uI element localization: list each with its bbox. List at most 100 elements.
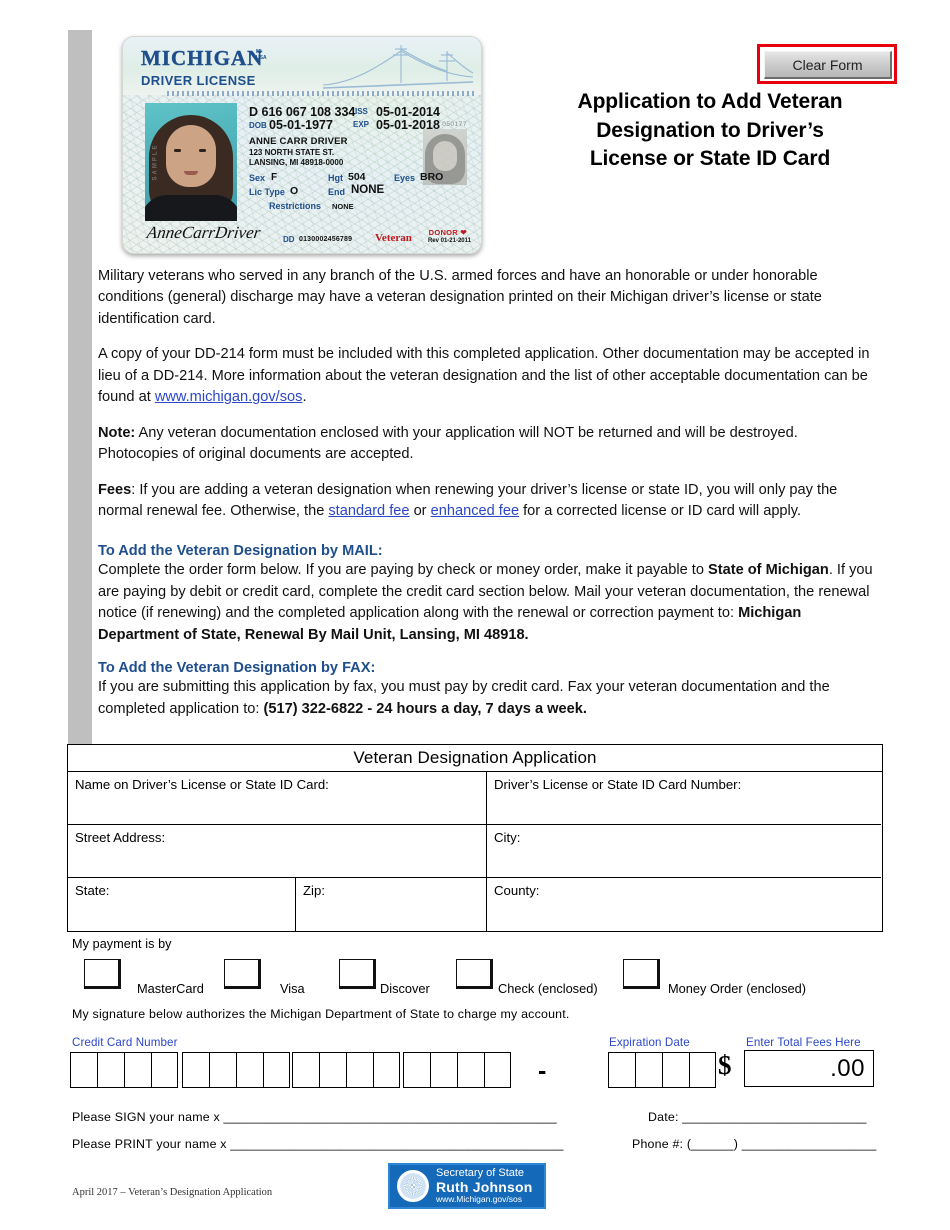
checkbox-discover-label: Discover (380, 981, 430, 996)
card-dob-value: 05-01-1977 (269, 118, 333, 132)
fees-paragraph: Fees: If you are adding a veteran design… (98, 480, 876, 523)
mail-section-heading: To Add the Veteran Designation by MAIL: (98, 543, 383, 560)
checkbox-visa[interactable] (224, 959, 261, 989)
cc-digit-box[interactable] (97, 1052, 124, 1088)
card-sample-watermark: SAMPLE (152, 143, 159, 181)
field-zip-label: Zip: (303, 883, 325, 898)
cc-digit-group-3[interactable] (292, 1052, 400, 1088)
fax-bold-number: (517) 322-6822 - 24 hours a day, 7 days … (263, 700, 587, 717)
phone-rule[interactable]: ___________________ (742, 1137, 877, 1151)
enhanced-fee-link[interactable]: enhanced fee (431, 503, 519, 519)
payment-prompt: My payment is by (72, 937, 172, 951)
table-row: Name on Driver’s License or State ID Car… (68, 772, 882, 825)
field-street-address[interactable]: Street Address: (68, 825, 487, 878)
cc-digit-box[interactable] (373, 1052, 400, 1088)
table-header-title: Veteran Designation Application (68, 745, 882, 772)
sos-name: Ruth Johnson (436, 1178, 533, 1195)
cc-digit-box[interactable] (430, 1052, 457, 1088)
card-lictype-value: O (290, 185, 299, 197)
cc-digit-box[interactable] (182, 1052, 209, 1088)
veteran-designation-application-table: Veteran Designation Application Name on … (67, 744, 883, 932)
sign-name-row: Please SIGN your name x ________________… (72, 1110, 557, 1124)
fees-text-2: for a corrected license or ID card will … (519, 502, 802, 519)
cc-digit-group-2[interactable] (182, 1052, 290, 1088)
cc-digit-box[interactable] (209, 1052, 236, 1088)
card-revision: Rev 01-21-2011 (427, 238, 471, 244)
card-sex-value: F (271, 172, 278, 183)
field-city-label: City: (494, 830, 521, 845)
card-dd-label: DD (283, 235, 295, 244)
sign-name-rule[interactable]: ________________________________________… (224, 1110, 557, 1124)
checkbox-money-order-enclosed-label: Money Order (enclosed) (668, 981, 806, 996)
field-county[interactable]: County: (487, 878, 881, 931)
mail-bold-payee: State of Michigan (708, 562, 829, 579)
cc-digit-box[interactable] (319, 1052, 346, 1088)
exp-digit-box[interactable] (635, 1052, 662, 1088)
cc-digit-box[interactable] (263, 1052, 290, 1088)
cc-digit-box[interactable] (346, 1052, 373, 1088)
intro-paragraph-1: Military veterans who served in any bran… (98, 268, 822, 327)
body-copy: Military veterans who served in any bran… (98, 266, 876, 720)
card-donor-mark: DONOR ❤ (429, 228, 467, 237)
cc-digit-box[interactable] (70, 1052, 97, 1088)
table-row: State: Zip: County: (68, 878, 882, 931)
cc-digit-group-4[interactable] (403, 1052, 511, 1088)
sample-driver-license-image: MICHIGAN MI USA DRIVER LICENSE SAMPLE D … (122, 36, 482, 254)
michigan-sos-link[interactable]: www.michigan.gov/sos (155, 389, 303, 405)
field-state[interactable]: State: (68, 878, 296, 931)
checkbox-check-enclosed-label: Check (enclosed) (498, 981, 598, 996)
page-title-line1: Application to Add Veteran (577, 90, 843, 113)
page-title: Application to Add Veteran Designation t… (500, 88, 920, 174)
card-veteran-mark: Veteran (375, 232, 412, 244)
cc-digit-box[interactable] (292, 1052, 319, 1088)
cc-digit-box[interactable] (124, 1052, 151, 1088)
total-fees-input[interactable]: .00 (744, 1050, 874, 1087)
fees-label: Fees (98, 481, 132, 498)
card-microprint-line (167, 91, 477, 96)
field-license-number[interactable]: Driver’s License or State ID Card Number… (487, 772, 881, 825)
card-address-line1: 123 NORTH STATE ST. (249, 148, 335, 157)
card-holder-name: ANNE CARR DRIVER (249, 136, 348, 147)
exp-digit-box[interactable] (662, 1052, 689, 1088)
fees-text-mid: or (409, 502, 431, 519)
card-exp-label: EXP (353, 120, 370, 129)
intro-p2-text-2: . (302, 389, 307, 406)
cc-digit-box[interactable] (403, 1052, 430, 1088)
card-dob-label: DOB (249, 121, 267, 130)
field-city[interactable]: City: (487, 825, 881, 878)
table-row: Street Address: City: (68, 825, 882, 878)
secretary-of-state-logo: Secretary of State Ruth Johnson www.Mich… (388, 1163, 546, 1209)
exp-digit-box[interactable] (608, 1052, 635, 1088)
heart-icon: ❤ (458, 228, 467, 237)
cc-digit-group-1[interactable] (70, 1052, 178, 1088)
card-state-name: MICHIGAN (141, 46, 264, 70)
card-hgt-label: Hgt (328, 173, 343, 183)
exp-digit-box[interactable] (689, 1052, 716, 1088)
card-eyes-label: Eyes (394, 173, 416, 183)
cc-digit-box[interactable] (457, 1052, 484, 1088)
field-state-label: State: (75, 883, 110, 898)
cc-digit-box[interactable] (484, 1052, 511, 1088)
checkbox-discover[interactable] (339, 959, 376, 989)
print-name-rule[interactable]: ________________________________________… (230, 1137, 563, 1151)
fax-section-text: If you are submitting this application b… (98, 677, 876, 720)
field-street-address-label: Street Address: (75, 830, 166, 845)
date-rule[interactable]: __________________________ (682, 1110, 866, 1124)
state-seal-icon (397, 1170, 429, 1202)
standard-fee-link[interactable]: standard fee (328, 503, 409, 519)
clear-form-button[interactable]: Clear Form (764, 51, 892, 79)
checkbox-money-order-enclosed[interactable] (623, 959, 660, 989)
card-end-label: End (328, 187, 345, 197)
expiration-date-label: Expiration Date (609, 1036, 690, 1049)
checkbox-mastercard[interactable] (84, 959, 121, 989)
field-name-on-license[interactable]: Name on Driver’s License or State ID Car… (68, 772, 487, 825)
card-aux-number: 050177 (442, 121, 467, 128)
expiration-date-group[interactable] (608, 1052, 716, 1088)
cc-digit-box[interactable] (151, 1052, 178, 1088)
checkbox-check-enclosed[interactable] (456, 959, 493, 989)
card-exp-value: 05-01-2018 (376, 118, 440, 132)
cc-digit-box[interactable] (236, 1052, 263, 1088)
field-zip[interactable]: Zip: (296, 878, 487, 931)
card-state-abbrev-usa: USA (256, 55, 267, 61)
intro-paragraph-2: A copy of your DD-214 form must be inclu… (98, 344, 876, 408)
